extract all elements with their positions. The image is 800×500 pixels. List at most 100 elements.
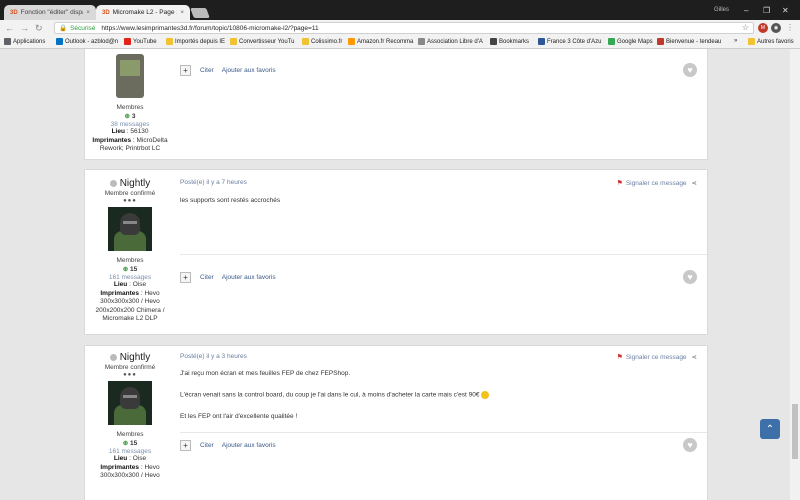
rank-pips: ●●● bbox=[123, 372, 137, 378]
like-heart-icon[interactable]: ♥ bbox=[683, 63, 697, 77]
bookmark-item[interactable]: Google Maps bbox=[608, 38, 653, 45]
like-heart-icon[interactable]: ♥ bbox=[683, 438, 697, 452]
page-scrollbar[interactable] bbox=[790, 49, 800, 500]
member-printers: Imprimantes : Hevo 300x300x300 / Hevo bbox=[100, 463, 160, 480]
site-favicon: 3D bbox=[10, 9, 18, 16]
apps-icon bbox=[4, 38, 11, 45]
bookmark-item[interactable]: Bienvenue - tendeau bbox=[657, 38, 721, 45]
post-divider bbox=[180, 432, 707, 433]
bookmark-item[interactable]: YouTube bbox=[124, 38, 157, 45]
bookmark-item[interactable]: Amazon.fr Recomma bbox=[348, 38, 413, 45]
avatar-eyes bbox=[123, 395, 137, 398]
back-icon[interactable]: ← bbox=[5, 23, 14, 33]
favorite-link[interactable]: Ajouter aux favoris bbox=[222, 67, 276, 74]
report-post-link[interactable]: ⚑ Signaler ce message ⋖ bbox=[616, 353, 697, 362]
favorite-link[interactable]: Ajouter aux favoris bbox=[222, 274, 276, 281]
close-tab-icon[interactable]: × bbox=[180, 9, 184, 16]
post-paragraph: les supports sont restés accrochés bbox=[180, 197, 281, 204]
member-group: Membres bbox=[116, 431, 144, 438]
report-post-link[interactable]: ⚑ Signaler ce message ⋖ bbox=[616, 179, 697, 188]
message-count[interactable]: 161 messages bbox=[85, 448, 175, 455]
reputation-badge: ⊕ 15 bbox=[122, 266, 138, 273]
post-date[interactable]: Posté(e) il y a 3 heures bbox=[180, 353, 247, 360]
browser-titlebar: 3D Fonction "éditer" dispar × 3D Microma… bbox=[0, 0, 800, 20]
post-body: J'ai reçu mon écran et mes feuilles FEP … bbox=[180, 370, 490, 421]
new-tab-button[interactable] bbox=[190, 8, 210, 18]
multiquote-button[interactable]: + bbox=[180, 439, 191, 451]
youtube-icon bbox=[124, 38, 131, 45]
member-rank: Membre confirmé bbox=[104, 364, 156, 371]
reputation-icon: ⊕ bbox=[122, 440, 129, 447]
avatar[interactable] bbox=[116, 54, 144, 98]
folder-icon bbox=[748, 38, 755, 45]
reputation-icon: ⊕ bbox=[124, 113, 130, 120]
maximize-icon[interactable]: ❐ bbox=[763, 6, 770, 15]
menu-icon[interactable]: ⋮ bbox=[786, 23, 794, 32]
profile-name[interactable]: Gilles bbox=[714, 7, 729, 13]
forum-page: Membres ⊕ 3 38 messages Lieu : 56130 Imp… bbox=[0, 49, 790, 500]
avatar-head bbox=[120, 387, 140, 409]
close-window-icon[interactable]: ✕ bbox=[782, 6, 789, 15]
member-location: Lieu : 56130 bbox=[111, 128, 149, 135]
multiquote-button[interactable]: + bbox=[180, 64, 191, 76]
bookmark-item[interactable]: Colissimo.fr bbox=[302, 38, 342, 45]
extension-icon[interactable]: ◉ bbox=[771, 23, 781, 33]
author-name[interactable]: Nightly bbox=[85, 178, 175, 189]
flag-icon: ⚑ bbox=[616, 354, 623, 361]
avatar[interactable] bbox=[108, 381, 152, 425]
bookmark-item[interactable]: Convertisseur YouTu bbox=[230, 38, 294, 45]
more-bookmarks-button[interactable]: » bbox=[734, 38, 737, 44]
amazon-icon bbox=[348, 38, 355, 45]
scroll-to-top-button[interactable]: ⌃ bbox=[760, 419, 780, 439]
member-location: Lieu : Oise bbox=[113, 455, 147, 462]
post-paragraph: Et les FEP ont l'air d'excellente qualit… bbox=[180, 412, 298, 420]
outlook-icon bbox=[56, 38, 63, 45]
bookmark-item[interactable]: Autres favoris bbox=[748, 38, 794, 45]
quote-link[interactable]: Citer bbox=[200, 67, 214, 74]
bookmark-item[interactable]: Applications bbox=[4, 38, 45, 45]
close-tab-icon[interactable]: × bbox=[86, 9, 90, 16]
bookmark-star-icon[interactable]: ☆ bbox=[742, 23, 749, 32]
author-name[interactable]: Nightly bbox=[85, 352, 175, 363]
site-icon bbox=[538, 38, 545, 45]
tab-title: Micromake L2 - Page 11 bbox=[112, 9, 178, 16]
share-icon[interactable]: ⋖ bbox=[692, 179, 697, 187]
folder-icon bbox=[230, 38, 237, 45]
minimize-icon[interactable]: – bbox=[744, 6, 748, 15]
browser-tab-2[interactable]: 3D Micromake L2 - Page 11 × bbox=[96, 5, 190, 20]
bookmark-item[interactable]: Outlook - azblod@n bbox=[56, 38, 118, 45]
maps-icon bbox=[608, 38, 615, 45]
tab-title: Fonction "éditer" dispar bbox=[20, 9, 84, 16]
bookmarks-bar: Applications Outlook - azblod@n YouTube … bbox=[0, 36, 800, 49]
quote-link[interactable]: Citer bbox=[200, 442, 214, 449]
bookmark-item[interactable]: Bookmarks bbox=[490, 38, 529, 45]
extension-icon[interactable]: M bbox=[758, 23, 768, 33]
post-date[interactable]: Posté(e) il y a 7 heures bbox=[180, 179, 247, 186]
member-rank: Membre confirmé bbox=[104, 190, 156, 197]
avatar-eyes bbox=[123, 221, 137, 224]
share-icon[interactable]: ⋖ bbox=[692, 353, 697, 361]
post-paragraph: L'écran venait sans la control board, du… bbox=[180, 391, 490, 400]
flag-icon: ⚑ bbox=[616, 180, 623, 187]
quote-link[interactable]: Citer bbox=[200, 274, 214, 281]
message-count[interactable]: 38 messages bbox=[85, 121, 175, 128]
multiquote-button[interactable]: + bbox=[180, 271, 191, 283]
scrollbar-thumb[interactable] bbox=[792, 404, 798, 459]
avatar[interactable] bbox=[108, 207, 152, 251]
message-count[interactable]: 161 messages bbox=[85, 274, 175, 281]
browser-tab-1[interactable]: 3D Fonction "éditer" dispar × bbox=[4, 5, 96, 20]
forum-post: Membres ⊕ 3 38 messages Lieu : 56130 Imp… bbox=[84, 49, 708, 160]
member-printers: Imprimantes : Hevo 300x300x300 / Hevo 20… bbox=[95, 289, 165, 323]
site-icon bbox=[657, 38, 664, 45]
bookmark-item[interactable]: Association Libre d'A bbox=[418, 38, 483, 45]
address-bar[interactable]: 🔒 Sécurisé https://www.lesimprimantes3d.… bbox=[54, 22, 754, 34]
post-author-panel: Nightly Membre confirmé ●●● Membres ⊕ 15… bbox=[85, 178, 175, 324]
bookmark-item[interactable]: Importés depuis IE bbox=[166, 38, 225, 45]
like-heart-icon[interactable]: ♥ bbox=[683, 270, 697, 284]
member-group: Membres bbox=[116, 104, 144, 111]
offline-status-icon bbox=[109, 180, 117, 187]
forward-icon[interactable]: → bbox=[20, 23, 29, 33]
bookmark-item[interactable]: France 3 Côte d'Azu bbox=[538, 38, 602, 45]
reload-icon[interactable]: ↻ bbox=[35, 23, 43, 34]
favorite-link[interactable]: Ajouter aux favoris bbox=[222, 442, 276, 449]
